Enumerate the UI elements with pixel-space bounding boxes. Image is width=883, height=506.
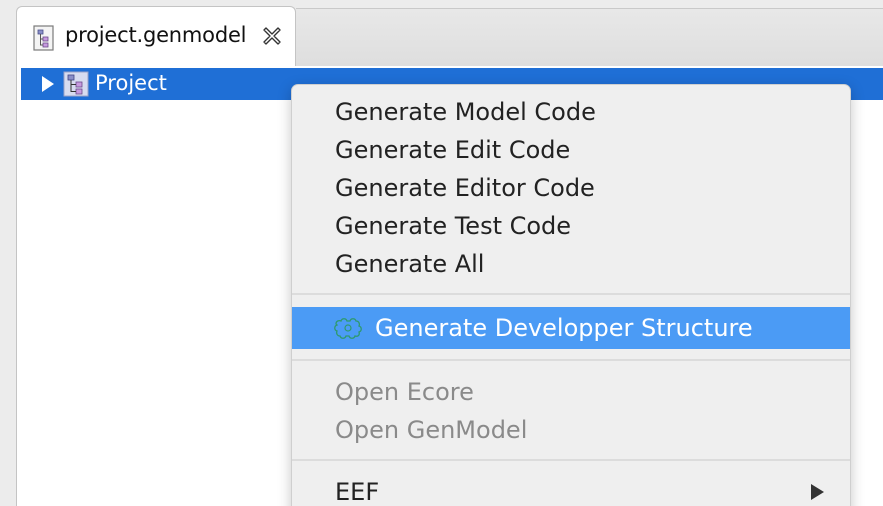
menu-item-label: Generate Model Code xyxy=(335,98,596,126)
genmodel-file-icon xyxy=(33,25,54,51)
submenu-arrow-icon xyxy=(811,484,824,500)
puzzle-icon xyxy=(334,318,362,339)
menu-item-open-ecore[interactable]: Open Ecore xyxy=(292,372,850,410)
menu-item-label: Generate All xyxy=(335,250,485,278)
menu-item-label: Open GenModel xyxy=(335,416,528,444)
menu-item-generate-editor-code[interactable]: Generate Editor Code xyxy=(292,168,850,206)
genmodel-icon xyxy=(63,71,89,97)
menu-item-label: Generate Developper Structure xyxy=(375,314,753,342)
editor-tab-strip: project.genmodel xyxy=(0,0,883,67)
menu-item-generate-developper-structure[interactable]: Generate Developper Structure xyxy=(292,307,850,349)
eclipse-window: project.genmodel Project Generate Model … xyxy=(0,0,883,506)
menu-item-open-genmodel[interactable]: Open GenModel xyxy=(292,410,850,448)
menu-separator xyxy=(292,459,850,461)
menu-item-label: Generate Edit Code xyxy=(335,136,571,164)
tab-strip-background xyxy=(296,8,883,67)
menu-separator xyxy=(292,359,850,361)
expand-arrow-icon[interactable] xyxy=(39,75,57,93)
menu-item-label: EEF xyxy=(335,478,380,506)
tree-item-label: Project xyxy=(95,71,167,95)
close-icon[interactable] xyxy=(260,24,284,48)
menu-item-generate-model-code[interactable]: Generate Model Code xyxy=(292,92,850,130)
menu-item-generate-all[interactable]: Generate All xyxy=(292,244,850,282)
menu-separator xyxy=(292,293,850,295)
menu-item-label: Open Ecore xyxy=(335,378,474,406)
menu-item-label: Generate Editor Code xyxy=(335,174,595,202)
editor-tab-project-genmodel[interactable]: project.genmodel xyxy=(16,6,296,66)
menu-item-label: Generate Test Code xyxy=(335,212,572,240)
menu-item-generate-test-code[interactable]: Generate Test Code xyxy=(292,206,850,244)
editor-tab-label: project.genmodel xyxy=(65,23,247,47)
context-menu: Generate Model Code Generate Edit Code G… xyxy=(291,84,851,506)
menu-item-eef[interactable]: EEF xyxy=(292,472,850,506)
menu-item-generate-edit-code[interactable]: Generate Edit Code xyxy=(292,130,850,168)
